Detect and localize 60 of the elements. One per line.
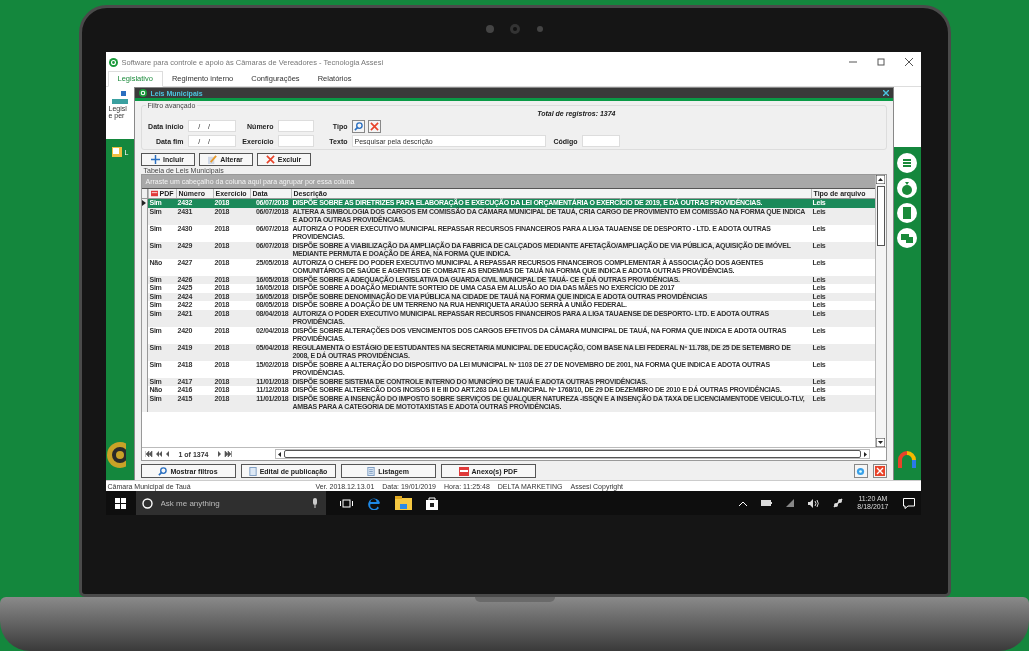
close-icon — [874, 466, 885, 476]
close-icon[interactable] — [904, 58, 913, 66]
horizontal-scrollbar[interactable] — [275, 449, 870, 459]
microphone-icon[interactable] — [311, 498, 318, 508]
next-icon[interactable] — [217, 451, 222, 457]
windows-start-icon[interactable] — [114, 497, 126, 509]
list-icon[interactable] — [897, 153, 917, 173]
row-indicator[interactable] — [141, 199, 148, 208]
colorful-arc-icon[interactable] — [897, 450, 917, 470]
note-icon[interactable] — [111, 147, 122, 157]
previous-page-icon[interactable] — [155, 451, 163, 457]
task-view-icon[interactable] — [339, 498, 353, 508]
money-bag-icon[interactable] — [897, 178, 917, 198]
code-field[interactable] — [581, 135, 620, 147]
network-icon[interactable] — [833, 498, 844, 508]
volume-icon[interactable] — [808, 498, 820, 508]
list-icon — [367, 466, 376, 476]
last-page-icon[interactable] — [224, 451, 233, 457]
document-icon[interactable] — [897, 203, 917, 223]
gear-icon — [856, 466, 865, 476]
first-page-icon[interactable] — [144, 451, 153, 457]
browser-icon[interactable] — [366, 496, 381, 510]
folder-icon[interactable] — [394, 496, 412, 510]
caret-up-icon[interactable] — [739, 500, 748, 506]
ribbon-icon[interactable] — [111, 91, 128, 105]
pdf-icon — [458, 466, 469, 476]
search-icon — [353, 121, 363, 131]
app-logo-icon — [108, 57, 118, 67]
close-icon — [265, 155, 275, 164]
previous-icon[interactable] — [165, 451, 170, 457]
close-icon[interactable] — [882, 90, 889, 96]
settings-button[interactable] — [853, 464, 868, 478]
row-pointer-icon — [141, 200, 146, 207]
app-logo-icon — [138, 89, 147, 97]
plus-icon — [151, 155, 160, 164]
maximize-icon[interactable] — [876, 58, 885, 66]
notification-icon[interactable] — [902, 497, 915, 509]
document-icon — [248, 466, 257, 476]
circle-icon — [141, 497, 153, 509]
search-field[interactable]: Ask me anything — [158, 497, 306, 509]
number-field[interactable] — [277, 120, 314, 132]
search-icon — [158, 466, 168, 476]
shopping-bag-icon[interactable] — [425, 496, 438, 510]
battery-icon[interactable] — [761, 500, 773, 506]
close-icon — [369, 121, 379, 131]
scroll-up-icon[interactable] — [876, 175, 885, 184]
emblem-icon — [105, 440, 126, 470]
scroll-thumb[interactable] — [284, 450, 861, 458]
clear-button[interactable] — [367, 119, 381, 133]
pencil-icon — [208, 155, 218, 164]
vertical-scrollbar[interactable] — [874, 175, 886, 447]
scroll-down-icon[interactable] — [876, 438, 885, 447]
close-button[interactable] — [872, 464, 887, 478]
scroll-thumb[interactable] — [876, 186, 885, 246]
camera-icon — [484, 24, 545, 34]
signal-icon[interactable] — [786, 499, 795, 507]
year-field[interactable] — [277, 135, 314, 147]
screens-icon[interactable] — [897, 228, 917, 248]
taskbar-search-box[interactable]: Ask me anything — [135, 491, 326, 515]
search-button[interactable] — [351, 119, 365, 133]
